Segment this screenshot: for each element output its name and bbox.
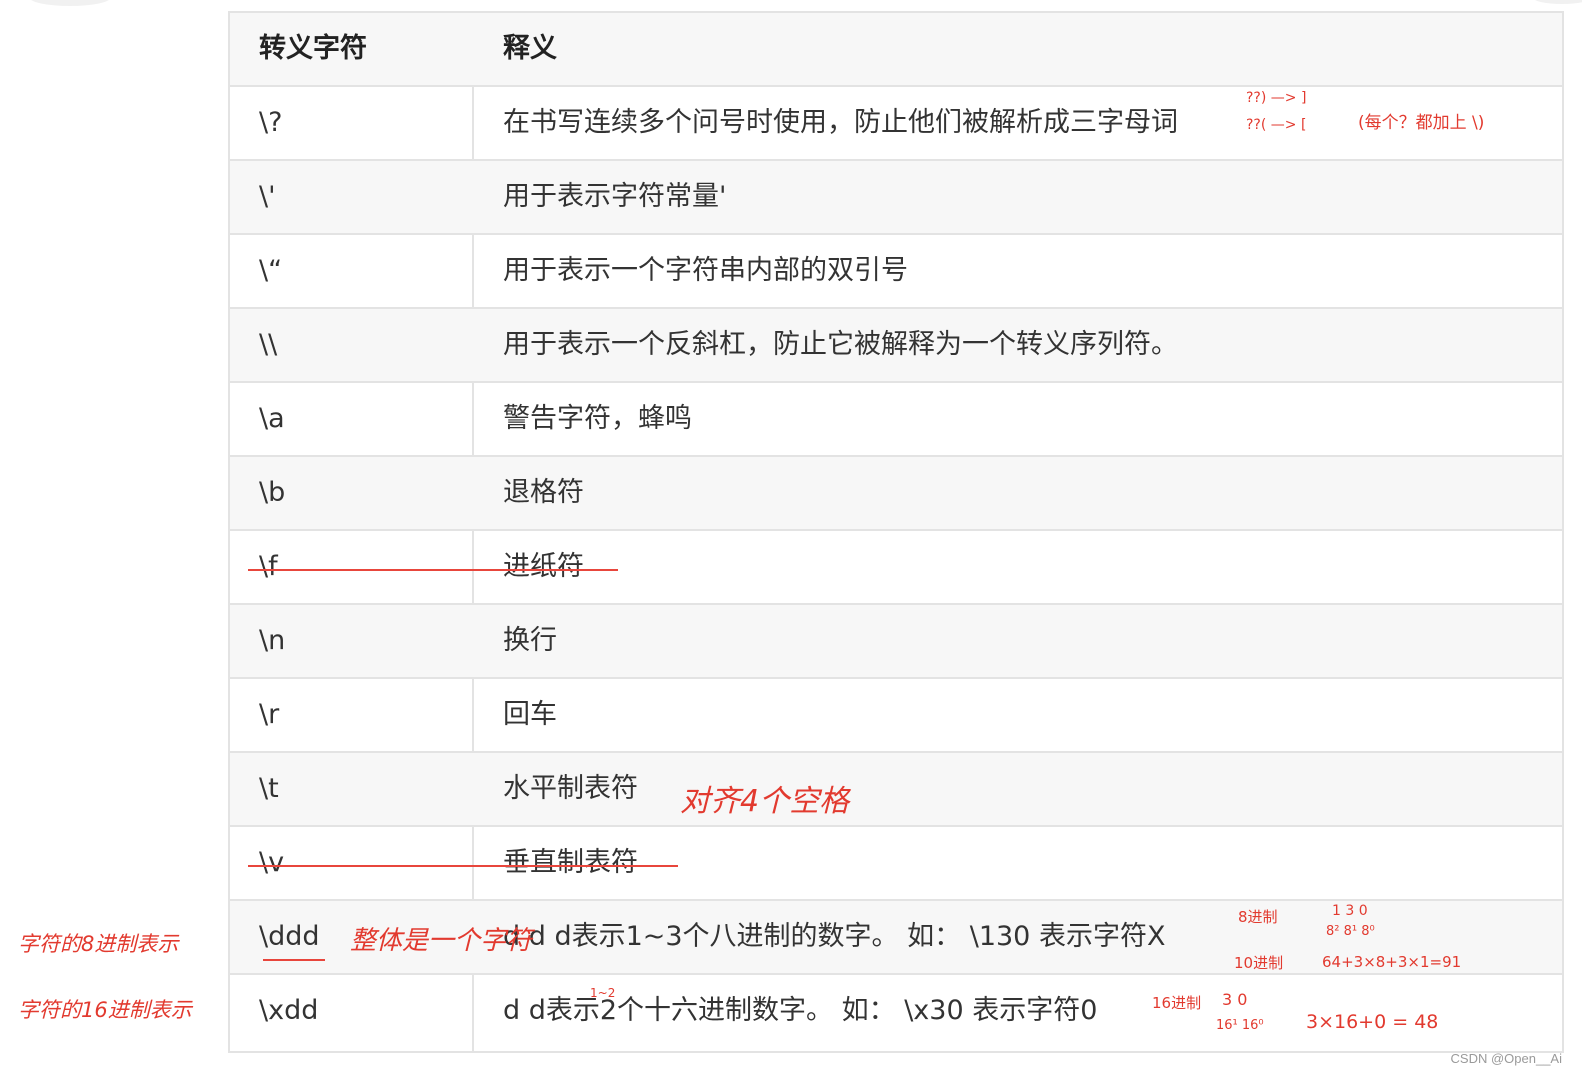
meaning-cell: 垂直制表符 bbox=[503, 847, 638, 878]
annotation-decimal-label: 10进制 bbox=[1234, 954, 1284, 972]
escape-table: 转义字符 释义 \? 在书写连续多个问号时使用，防止他们被解析成三字母词 \' … bbox=[228, 11, 1564, 1053]
table-header: 转义字符 释义 bbox=[230, 13, 1562, 87]
annotation-ddd-note: 整体是一个字符 bbox=[350, 926, 533, 956]
annotation-hex-small: 1~2 bbox=[590, 986, 616, 1000]
table-row: \' 用于表示字符常量' bbox=[230, 161, 1562, 235]
table-row: \f 进纸符 bbox=[230, 531, 1562, 605]
strikethrough-line bbox=[248, 865, 678, 867]
meaning-cell: 换行 bbox=[503, 625, 557, 656]
underline-mark bbox=[263, 959, 325, 961]
meaning-cell: 退格符 bbox=[503, 477, 584, 508]
meaning-cell: 用于表示字符常量' bbox=[503, 181, 727, 212]
table-row: \v 垂直制表符 bbox=[230, 827, 1562, 901]
decor-shadow bbox=[1532, 0, 1582, 4]
annotation-octal-label: 8进制 bbox=[1238, 908, 1278, 926]
watermark: CSDN @Open__Ai bbox=[1450, 1051, 1562, 1066]
escape-cell: \v bbox=[259, 847, 285, 878]
meaning-cell: d d d表示1~3个八进制的数字。 如： \130 表示字符X bbox=[503, 921, 1166, 952]
meaning-cell: 进纸符 bbox=[503, 551, 584, 582]
escape-cell: \ddd bbox=[259, 921, 320, 952]
escape-cell: \\ bbox=[259, 329, 278, 360]
annotation-octal-calc: 64+3×8+3×1=91 bbox=[1322, 953, 1462, 971]
escape-cell: \b bbox=[259, 477, 286, 508]
header-escape: 转义字符 bbox=[259, 33, 367, 64]
annotation-tab-note: 对齐4个空格 bbox=[680, 784, 850, 819]
annotation-octal-powers: 8² 8¹ 8⁰ bbox=[1326, 924, 1375, 939]
annotation-hex-label: 16进制 bbox=[1152, 994, 1202, 1012]
table-row: \r 回车 bbox=[230, 679, 1562, 753]
escape-cell: \? bbox=[259, 107, 283, 138]
escape-cell: \f bbox=[259, 551, 278, 582]
annotation-trigraph-note: (每个？都加上 \) bbox=[1358, 113, 1485, 133]
meaning-cell: 在书写连续多个问号时使用，防止他们被解析成三字母词 bbox=[503, 107, 1178, 138]
escape-cell: \' bbox=[259, 181, 276, 212]
meaning-cell: 用于表示一个反斜杠，防止它被解释为一个转义序列符。 bbox=[503, 329, 1178, 360]
annotation-hex-calc: 3×16+0 = 48 bbox=[1306, 1011, 1439, 1033]
annotation-hex-digits: 3 0 bbox=[1222, 990, 1248, 1009]
escape-cell: \r bbox=[259, 699, 280, 730]
annotation-hex-powers: 16¹ 16⁰ bbox=[1216, 1018, 1264, 1033]
escape-cell: \a bbox=[259, 403, 285, 434]
escape-cell: \n bbox=[259, 625, 286, 656]
escape-cell: \xdd bbox=[259, 995, 319, 1026]
escape-cell: \“ bbox=[259, 255, 283, 286]
meaning-cell: 水平制表符 bbox=[503, 773, 638, 804]
table-row: \t 水平制表符 bbox=[230, 753, 1562, 827]
meaning-cell: 回车 bbox=[503, 699, 557, 730]
escape-cell: \t bbox=[259, 773, 279, 804]
annotation-trigraph-2: ??( —> [ bbox=[1246, 117, 1307, 133]
annotation-hex-left: 字符的16进制表示 bbox=[18, 998, 192, 1022]
strikethrough-line bbox=[248, 569, 618, 571]
table-row: \\ 用于表示一个反斜杠，防止它被解释为一个转义序列符。 bbox=[230, 309, 1562, 383]
annotation-trigraph-1: ??) —> ] bbox=[1246, 90, 1307, 106]
table-row: \b 退格符 bbox=[230, 457, 1562, 531]
annotation-octal-digits: 1 3 0 bbox=[1332, 903, 1368, 919]
header-meaning: 释义 bbox=[503, 33, 557, 64]
table-row: \“ 用于表示一个字符串内部的双引号 bbox=[230, 235, 1562, 309]
annotation-octal-left: 字符的8进制表示 bbox=[18, 932, 179, 956]
meaning-cell: 用于表示一个字符串内部的双引号 bbox=[503, 255, 908, 286]
meaning-cell: 警告字符，蜂鸣 bbox=[503, 403, 692, 434]
table-row: \n 换行 bbox=[230, 605, 1562, 679]
decor-shadow bbox=[30, 0, 110, 6]
table-row: \a 警告字符，蜂鸣 bbox=[230, 383, 1562, 457]
